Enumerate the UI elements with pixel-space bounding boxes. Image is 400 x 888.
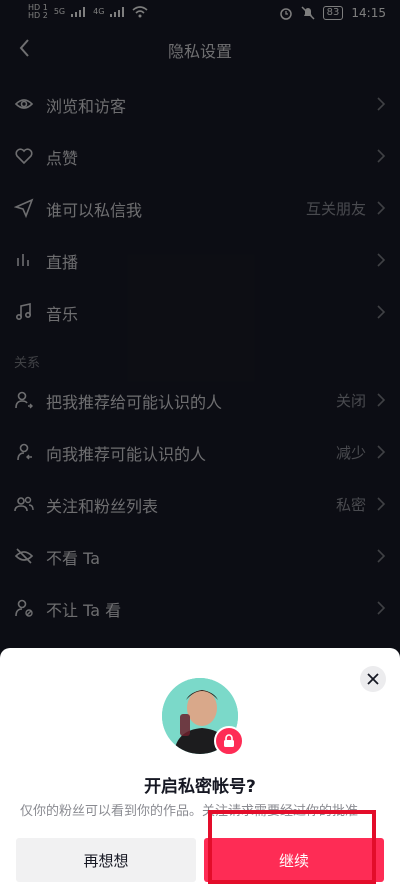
private-account-sheet: 开启私密帐号? 仅你的粉丝可以看到你的作品。关注请求需要经过你的批准 再想想 继… — [0, 648, 400, 888]
cancel-button[interactable]: 再想想 — [16, 838, 196, 882]
close-button[interactable] — [360, 666, 386, 692]
lock-icon — [224, 734, 234, 747]
sheet-title: 开启私密帐号? — [144, 777, 256, 797]
close-icon — [367, 673, 379, 685]
lock-badge — [214, 726, 244, 756]
continue-button[interactable]: 继续 — [204, 838, 384, 882]
sheet-description: 仅你的粉丝可以看到你的作品。关注请求需要经过你的批准 — [20, 804, 359, 819]
